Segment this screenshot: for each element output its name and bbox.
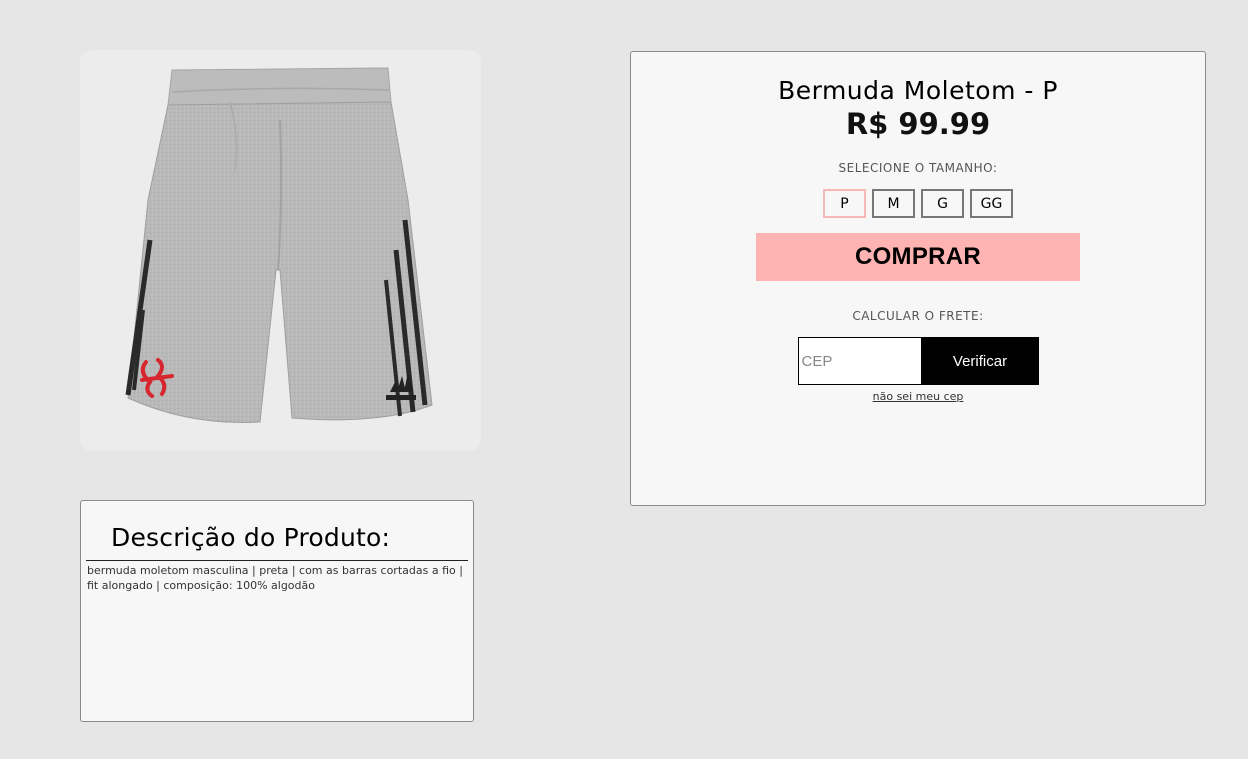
size-option-m[interactable]: M [872, 189, 915, 218]
size-option-p[interactable]: P [823, 189, 866, 218]
size-selector: P M G GG [631, 189, 1205, 218]
description-text: bermuda moletom masculina | preta | com … [87, 564, 463, 592]
size-option-gg[interactable]: GG [970, 189, 1013, 218]
product-image [125, 67, 433, 423]
product-info-card: Bermuda Moletom - P R$ 99.99 SELECIONE O… [630, 51, 1206, 506]
size-selector-label: SELECIONE O TAMANHO: [838, 161, 998, 175]
shipping-label: CALCULAR O FRETE: [852, 309, 984, 323]
size-option-g[interactable]: G [921, 189, 964, 218]
buy-button[interactable]: COMPRAR [756, 233, 1080, 281]
verify-button[interactable]: Verificar [921, 337, 1039, 385]
product-price: R$ 99.99 [845, 107, 991, 141]
description-card: Descrição do Produto: bermuda moletom ma… [80, 500, 474, 722]
product-name: Bermuda Moletom - P [778, 76, 1058, 105]
cep-form: Verificar [631, 337, 1205, 385]
description-title: Descrição do Produto: [111, 523, 391, 552]
product-image-card [80, 50, 481, 451]
cep-input[interactable] [797, 337, 922, 385]
unknown-cep-link[interactable]: não sei meu cep [873, 390, 964, 403]
